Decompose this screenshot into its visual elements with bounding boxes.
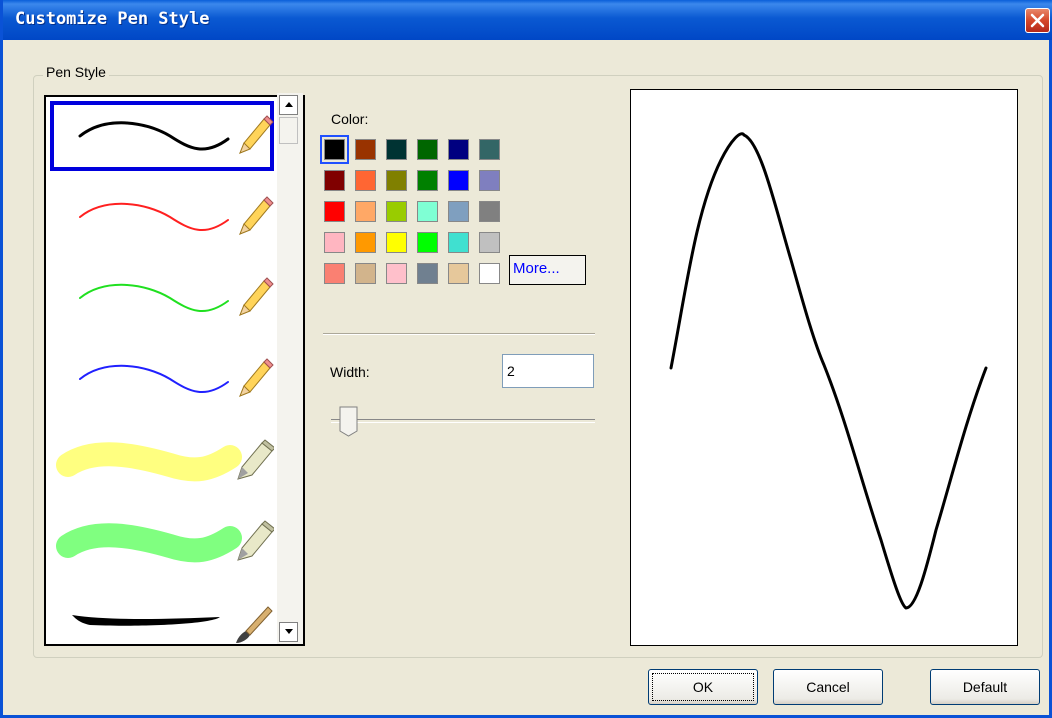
pen-style-item[interactable] [50,263,274,333]
pen-style-group-label: Pen Style [43,64,109,80]
color-swatch[interactable] [324,201,345,222]
customize-pen-style-dialog: Customize Pen Style Pen Style Color: Mor… [0,0,1052,718]
pencil-icon [239,277,274,316]
preview-stroke [669,132,988,610]
color-swatch[interactable] [355,232,376,253]
pen-style-list[interactable] [44,95,305,646]
color-swatch[interactable] [417,139,438,160]
pen-style-item[interactable] [50,506,274,576]
color-swatch[interactable] [448,263,469,284]
color-swatch[interactable] [448,170,469,191]
pen-list-scrollbar[interactable] [277,93,303,644]
color-swatch[interactable] [386,263,407,284]
section-divider [323,333,595,335]
color-swatch[interactable] [479,170,500,191]
more-colors-button[interactable]: More... [509,255,586,285]
color-swatch[interactable] [417,170,438,191]
width-label: Width: [330,364,370,380]
pen-style-item[interactable] [50,587,274,644]
close-icon [1030,13,1045,28]
pen-style-item[interactable] [50,101,274,171]
color-swatch[interactable] [417,201,438,222]
color-swatch[interactable] [324,170,345,191]
pencil-icon [239,196,274,235]
color-swatch[interactable] [355,170,376,191]
scrollbar-thumb[interactable] [279,117,298,144]
color-swatch[interactable] [417,263,438,284]
color-swatch[interactable] [448,201,469,222]
scroll-up-button[interactable] [279,95,298,115]
color-swatch[interactable] [320,135,349,164]
cancel-button[interactable]: Cancel [773,669,883,705]
width-slider-thumb[interactable] [339,406,359,437]
pen-preview [630,89,1018,646]
default-button[interactable]: Default [930,669,1040,705]
color-swatch[interactable] [448,232,469,253]
title-bar[interactable]: Customize Pen Style [3,0,1052,40]
pencil-icon [239,115,274,154]
color-swatch[interactable] [386,232,407,253]
color-swatch[interactable] [355,201,376,222]
color-swatch[interactable] [386,201,407,222]
width-slider[interactable] [331,419,595,423]
color-swatch[interactable] [417,232,438,253]
ok-button[interactable]: OK [648,669,758,705]
color-swatch[interactable] [324,263,345,284]
color-swatch[interactable] [479,201,500,222]
ok-label: OK [692,679,714,695]
color-swatch[interactable] [479,232,500,253]
dialog-title: Customize Pen Style [15,9,210,29]
pen-style-item[interactable] [50,425,274,495]
pencil-icon [239,358,274,397]
close-button[interactable] [1025,8,1050,33]
color-swatch[interactable] [386,170,407,191]
color-swatch[interactable] [355,263,376,284]
arrow-up-icon [285,102,293,107]
brush-icon [236,606,273,643]
pen-style-item[interactable] [50,182,274,252]
color-label: Color: [331,111,369,127]
highlighter-icon [237,439,274,480]
color-swatch[interactable] [479,139,500,160]
color-swatch[interactable] [479,263,500,284]
scroll-down-button[interactable] [279,622,298,642]
highlighter-icon [237,520,274,561]
color-swatch[interactable] [355,139,376,160]
color-swatch[interactable] [386,139,407,160]
pen-style-item[interactable] [50,344,274,414]
color-swatch[interactable] [324,232,345,253]
width-input[interactable] [502,354,594,388]
arrow-down-icon [285,629,293,634]
color-swatch[interactable] [448,139,469,160]
